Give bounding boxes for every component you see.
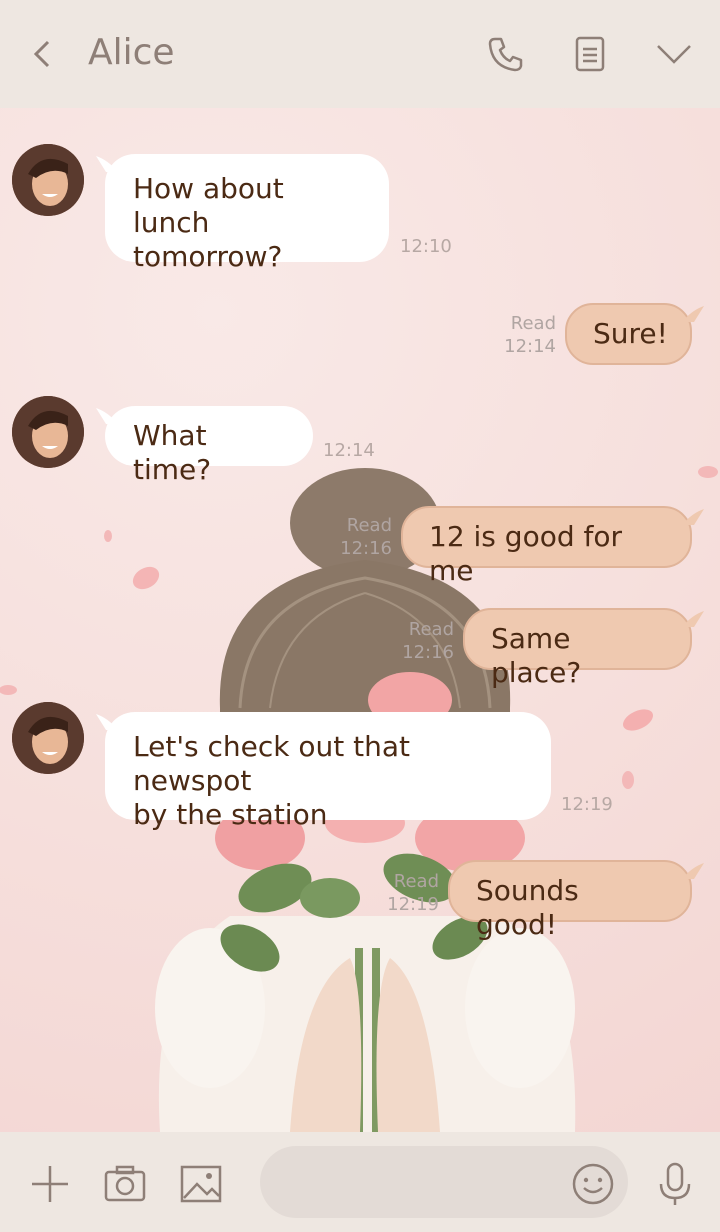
message-read-status: Read 12:16 (402, 619, 454, 663)
emoji-icon[interactable] (571, 1162, 615, 1206)
message-bubble-outgoing[interactable]: Sure! (565, 303, 692, 365)
message-text: by the station (133, 798, 328, 831)
message-bubble-outgoing[interactable]: 12 is good for me (401, 506, 692, 587)
message-read-status: Read 12:19 (387, 871, 439, 915)
image-icon[interactable] (179, 1162, 223, 1206)
message-text: Let's check out that newspot (133, 730, 410, 797)
message-text: How about lunch (133, 172, 284, 239)
message-time: 12:14 (323, 440, 375, 461)
message-text: tomorrow? (133, 240, 283, 273)
message-bubble-incoming[interactable]: What time? (105, 406, 313, 486)
bubble-tail (682, 863, 704, 879)
contact-avatar[interactable] (12, 144, 84, 216)
message-text: Same place? (491, 622, 582, 689)
message-time: 12:10 (400, 236, 452, 257)
message-bubble-outgoing[interactable]: Sounds good! (448, 860, 692, 941)
message-text: 12 is good for me (429, 520, 623, 587)
phone-icon[interactable] (486, 34, 526, 74)
contact-avatar[interactable] (12, 396, 84, 468)
chat-header: Alice (0, 0, 720, 108)
notes-icon[interactable] (570, 34, 610, 74)
message-bubble-outgoing[interactable]: Same place? (463, 608, 692, 689)
chat-title: Alice (88, 32, 175, 73)
camera-icon[interactable] (103, 1162, 147, 1206)
message-bubble-incoming[interactable]: How about lunch tomorrow? (105, 154, 389, 273)
bubble-tail (682, 611, 704, 627)
contact-avatar[interactable] (12, 702, 84, 774)
message-read-status: Read 12:14 (504, 313, 556, 357)
plus-icon[interactable] (28, 1162, 72, 1206)
back-icon[interactable] (28, 34, 58, 74)
message-read-status: Read 12:16 (340, 515, 392, 559)
chat-area[interactable]: How about lunch tomorrow? 12:10 Read 12:… (0, 108, 720, 1132)
chevron-down-icon[interactable] (654, 34, 694, 74)
message-text: What time? (133, 419, 212, 486)
message-time: 12:19 (561, 794, 613, 815)
message-bubble-incoming[interactable]: Let's check out that newspot by the stat… (105, 712, 551, 831)
message-text: Sure! (593, 317, 668, 350)
message-composer (0, 1132, 720, 1232)
mic-icon[interactable] (653, 1162, 697, 1206)
bubble-tail (682, 306, 704, 322)
message-text: Sounds good! (476, 874, 579, 941)
bubble-tail (682, 509, 704, 525)
